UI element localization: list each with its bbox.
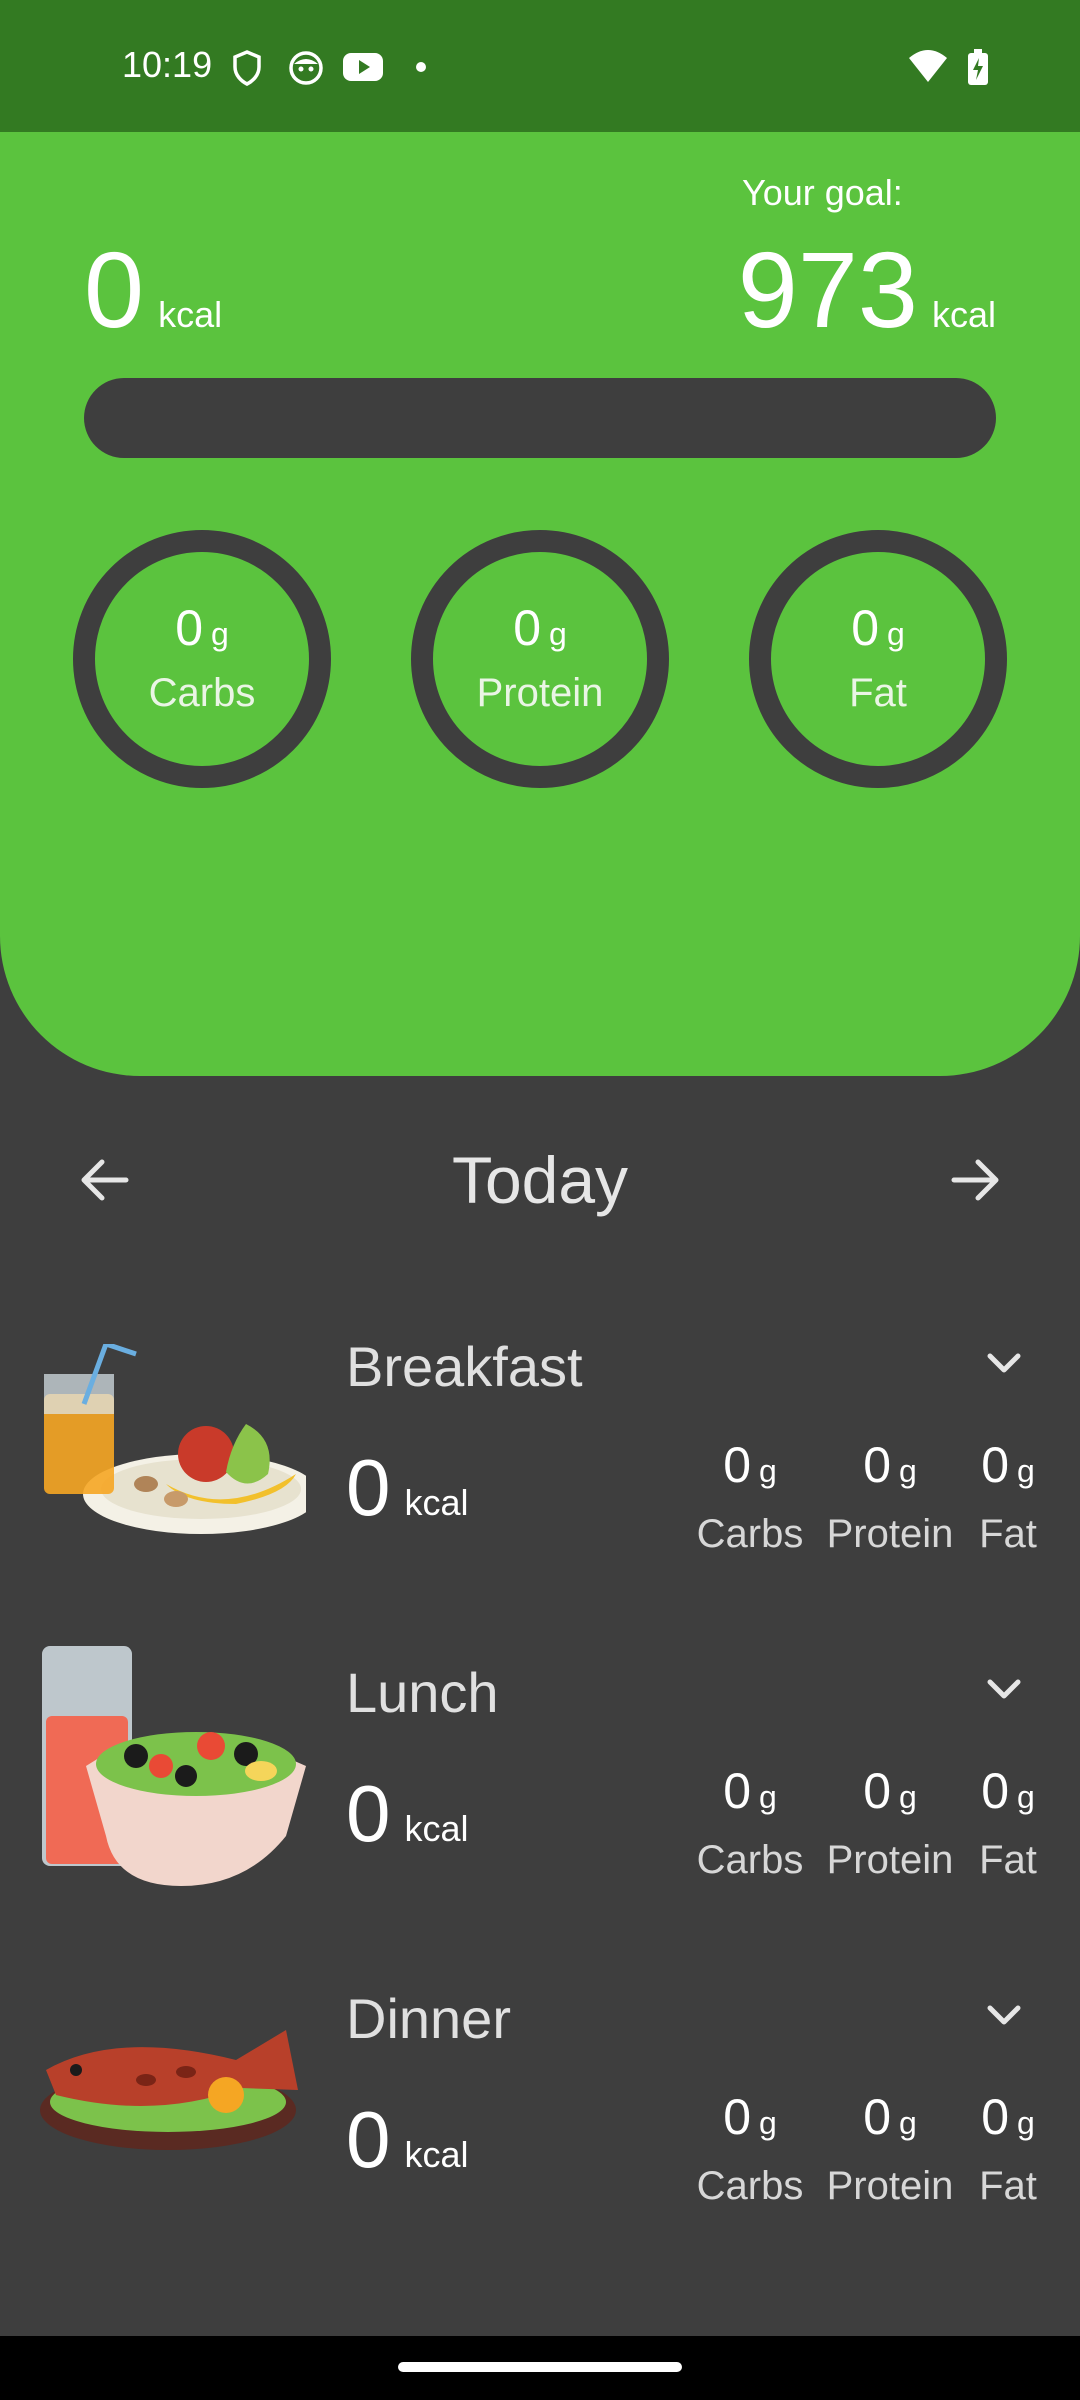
protein-ring: 0g Protein xyxy=(411,530,669,788)
macro-fat: 0g Fat xyxy=(979,1763,1037,1882)
goal-label: Your goal: xyxy=(742,172,903,213)
chevron-down-icon[interactable] xyxy=(976,1336,1032,1392)
lunch-image xyxy=(42,1646,306,1886)
macro-protein: 0g Protein xyxy=(826,1437,954,1556)
consumed-value: 0 xyxy=(84,229,145,350)
status-time: 10:19 xyxy=(122,44,213,85)
consumed-unit: kcal xyxy=(158,294,223,335)
meal-name: Lunch xyxy=(346,1661,499,1724)
breakfast-image xyxy=(44,1344,306,1534)
meal-card-lunch[interactable]: Lunch 0 kcal 0g Carbs 0g Protein 0g Fat xyxy=(0,1626,1080,1926)
carbs-value: 0g xyxy=(175,599,229,656)
macro-protein: 0g Protein xyxy=(826,1763,954,1882)
wifi-icon xyxy=(909,50,947,82)
macro-fat: 0g Fat xyxy=(979,1437,1037,1556)
macro-carbs: 0g Carbs xyxy=(696,2089,804,2208)
fat-label: Fat xyxy=(849,670,907,715)
calorie-progress-bar xyxy=(84,378,996,458)
youtube-icon xyxy=(343,53,383,81)
shield-icon xyxy=(233,50,261,86)
protein-value: 0g xyxy=(513,599,567,656)
carbs-ring: 0g Carbs xyxy=(73,530,331,788)
goal-value: 973 xyxy=(737,229,918,350)
meal-card-breakfast[interactable]: Breakfast 0 kcal 0g Carbs 0g Protein 0g F… xyxy=(0,1300,1080,1600)
dinner-image xyxy=(40,2030,298,2150)
dot-icon xyxy=(416,62,426,72)
meal-kcal: 0 kcal xyxy=(346,2095,469,2184)
goal-unit: kcal xyxy=(931,294,996,335)
home-gesture-handle[interactable] xyxy=(398,2362,682,2372)
chevron-down-icon[interactable] xyxy=(976,1988,1032,2044)
meal-card-dinner[interactable]: Dinner 0 kcal 0g Carbs 0g Protein 0g Fat xyxy=(0,1952,1080,2252)
day-title: Today xyxy=(451,1143,629,1217)
protein-label: Protein xyxy=(476,670,604,715)
meal-kcal: 0 kcal xyxy=(346,1769,469,1858)
chevron-down-icon[interactable] xyxy=(976,1662,1032,1718)
status-bar: 10:19 xyxy=(0,0,1080,132)
meal-name: Breakfast xyxy=(346,1335,583,1398)
macro-fat: 0g Fat xyxy=(979,2089,1037,2208)
face-icon xyxy=(289,51,323,85)
goal-calories: 973 kcal xyxy=(738,236,996,344)
consumed-calories: 0 kcal xyxy=(84,236,222,344)
fat-ring: 0g Fat xyxy=(749,530,1007,788)
arrow-right-icon[interactable] xyxy=(942,1148,1006,1212)
meal-name: Dinner xyxy=(346,1987,511,2050)
meal-kcal: 0 kcal xyxy=(346,1443,469,1532)
battery-charging-icon xyxy=(968,49,988,85)
macro-protein: 0g Protein xyxy=(826,2089,954,2208)
fat-value: 0g xyxy=(851,599,905,656)
carbs-label: Carbs xyxy=(148,670,256,715)
macro-carbs: 0g Carbs xyxy=(696,1437,804,1556)
macro-carbs: 0g Carbs xyxy=(696,1763,804,1882)
